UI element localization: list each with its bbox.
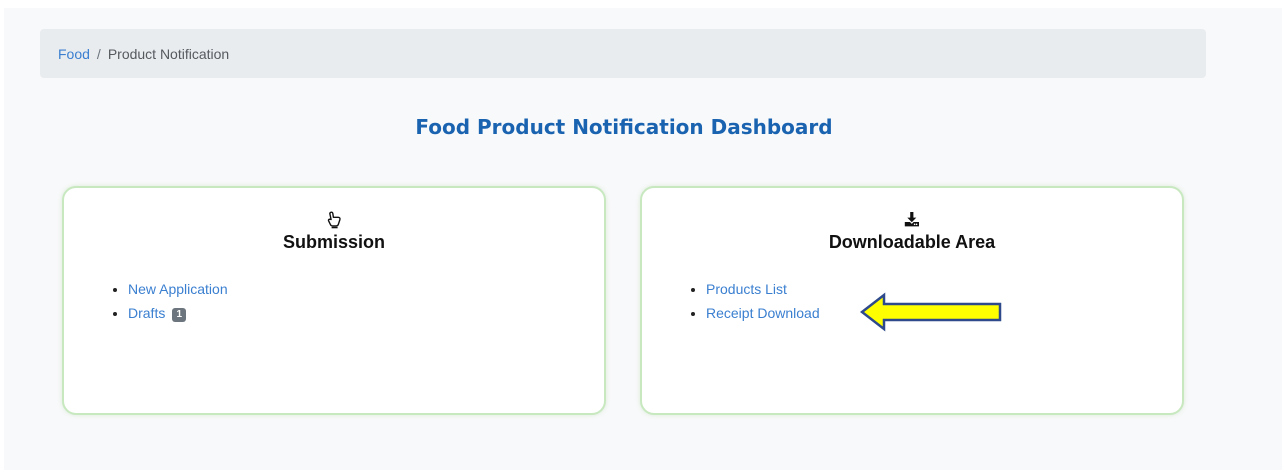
left-arrow-icon — [860, 292, 1002, 332]
page-title: Food Product Notification Dashboard — [415, 115, 833, 139]
new-application-link[interactable]: New Application — [128, 281, 228, 297]
page-background: Food / Product Notification Food Product… — [4, 8, 1282, 470]
downloadable-links: Products List Receipt Download — [684, 277, 820, 325]
pointing-hand-icon — [64, 211, 604, 229]
breadcrumb-link-food[interactable]: Food — [58, 46, 90, 62]
breadcrumb-separator: / — [96, 45, 101, 62]
list-item: Receipt Download — [706, 301, 820, 325]
submission-links: New Application Drafts 1 — [106, 277, 228, 325]
list-item: New Application — [128, 277, 228, 301]
drafts-count-badge: 1 — [172, 308, 187, 322]
submission-title: Submission — [282, 232, 385, 252]
drafts-link[interactable]: Drafts — [128, 305, 165, 321]
products-list-link[interactable]: Products List — [706, 281, 787, 297]
submission-card: Submission New Application Drafts 1 — [62, 186, 606, 415]
download-icon — [642, 211, 1182, 229]
receipt-download-link[interactable]: Receipt Download — [706, 305, 820, 321]
list-item: Drafts 1 — [128, 301, 228, 325]
list-item: Products List — [706, 277, 820, 301]
breadcrumb: Food / Product Notification — [40, 29, 1206, 78]
breadcrumb-current: Product Notification — [107, 45, 230, 62]
downloadable-area-title: Downloadable Area — [828, 232, 996, 252]
